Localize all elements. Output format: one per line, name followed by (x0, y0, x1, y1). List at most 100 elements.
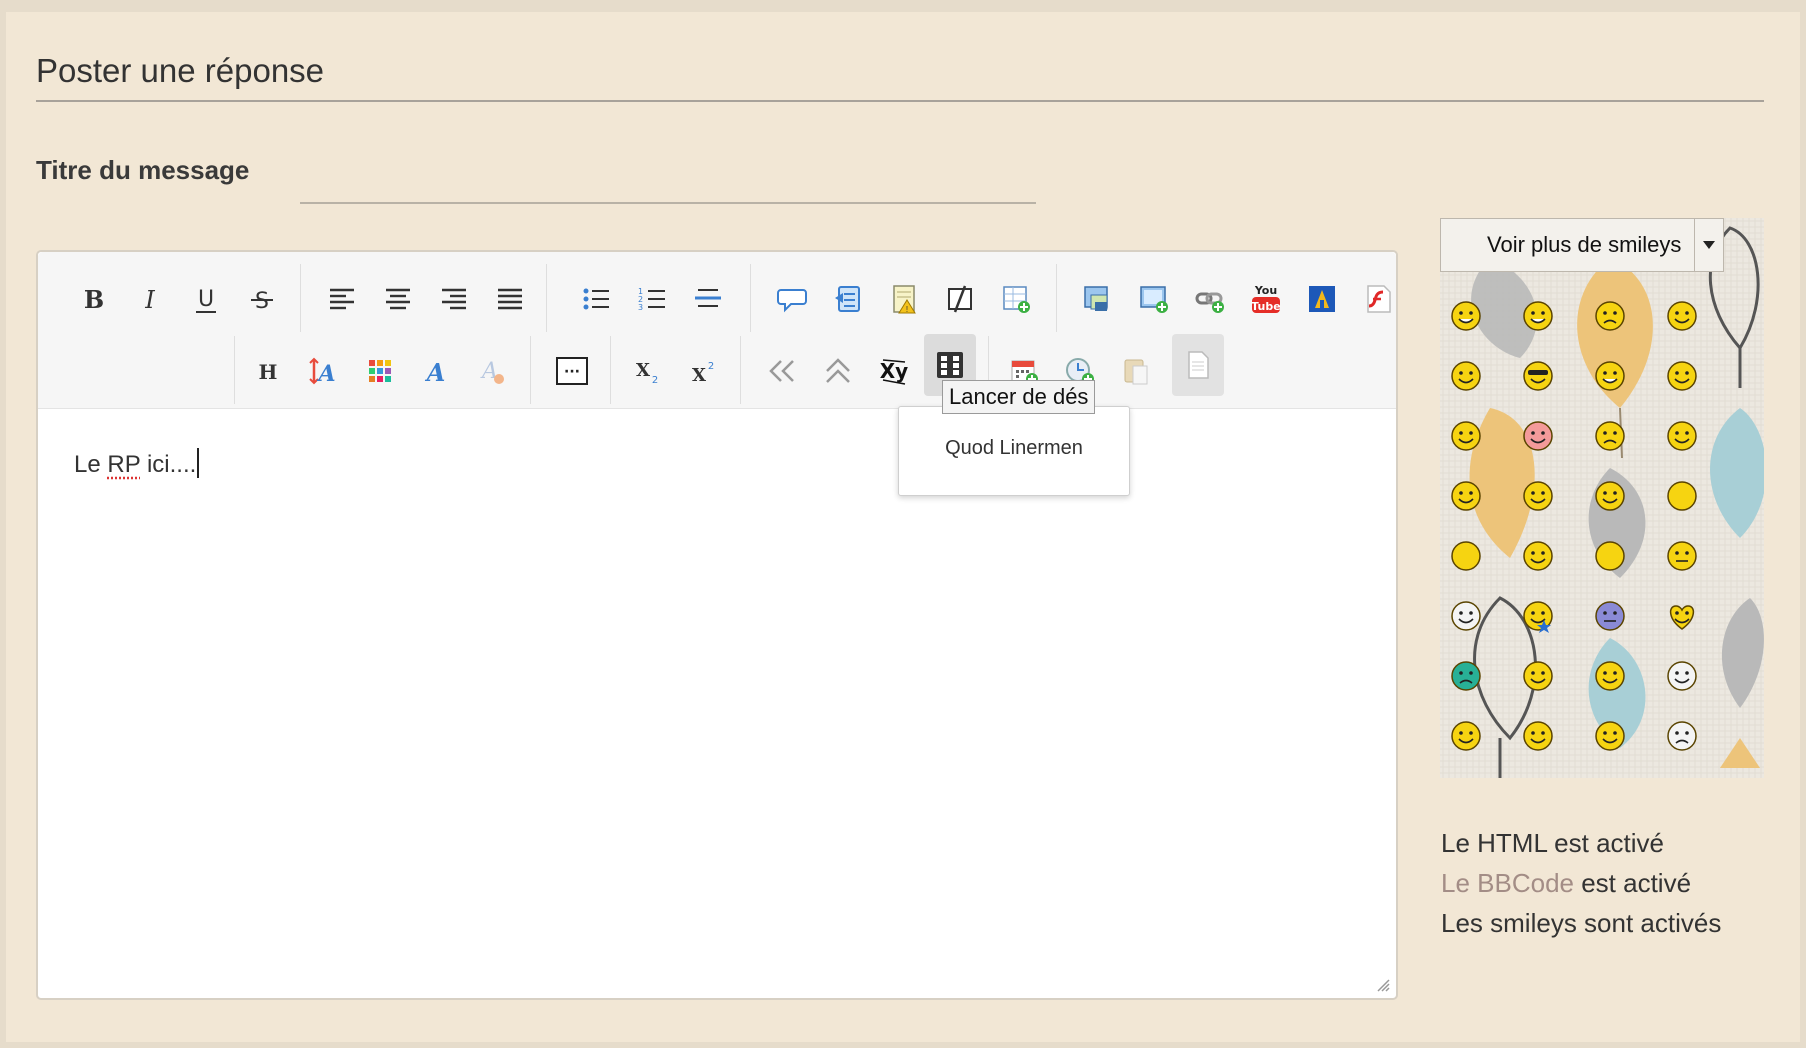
image-icon[interactable] (1072, 268, 1124, 330)
text-transform-icon[interactable]: Xy (868, 340, 920, 402)
source-icon[interactable] (1172, 334, 1224, 396)
smiley-neutral-icon[interactable] (1664, 538, 1700, 574)
align-justify-icon[interactable] (484, 268, 536, 330)
horizontal-rule-icon[interactable] (682, 268, 734, 330)
smiley-laugh-icon[interactable] (1592, 358, 1628, 394)
smiley-heart-icon[interactable] (1664, 598, 1700, 634)
more-icon[interactable]: ··· (546, 340, 598, 402)
hide-icon[interactable] (934, 268, 986, 330)
smiley-wink-icon[interactable] (1448, 418, 1484, 454)
up-icon[interactable] (812, 340, 864, 402)
status-bbcode: Le BBCode est activé (1441, 868, 1692, 898)
quote-icon[interactable] (766, 268, 818, 330)
paste-icon[interactable] (1110, 340, 1162, 402)
smiley-grin-icon[interactable] (1520, 298, 1556, 334)
toolbar-separator (530, 336, 531, 404)
message-editor: B I U S 123 ! You Tube H A A A ··· X 2 X… (36, 250, 1398, 1000)
status-smileys: Les smileys sont activés (1441, 908, 1722, 938)
bold-icon[interactable]: B (68, 268, 120, 330)
smiley-cool-icon[interactable] (1520, 358, 1556, 394)
smiley-idea-icon[interactable] (1520, 538, 1556, 574)
smiley-grin-icon[interactable] (1448, 298, 1484, 334)
color-icon[interactable] (354, 340, 406, 402)
link-icon[interactable] (1184, 268, 1236, 330)
spoiler-icon[interactable]: ! (878, 268, 930, 330)
smiley-smile-icon[interactable] (1664, 298, 1700, 334)
svg-text:A: A (425, 358, 446, 386)
toolbar-separator (546, 264, 547, 332)
superscript-icon[interactable]: X2 (676, 340, 728, 402)
svg-text:B: B (84, 285, 104, 314)
strikethrough-icon[interactable]: S (236, 268, 288, 330)
smiley-cyclops-icon[interactable] (1592, 658, 1628, 694)
toolbar-separator (1056, 264, 1057, 332)
smiley-clown-icon[interactable] (1664, 658, 1700, 694)
smiley-devil-icon[interactable] (1448, 478, 1484, 514)
smiley-plain-icon[interactable] (1592, 538, 1628, 574)
smiley-plain-icon[interactable] (1448, 538, 1484, 574)
smiley-at-icon[interactable] (1520, 658, 1556, 694)
svg-text:Tube: Tube (1251, 300, 1280, 313)
align-right-icon[interactable] (428, 268, 480, 330)
chevron-down-icon[interactable] (1694, 218, 1724, 272)
subscript-icon[interactable]: X2 (620, 340, 672, 402)
smiley-angry-icon[interactable] (1592, 298, 1628, 334)
svg-text:!: ! (906, 305, 908, 314)
smiley-eyes-icon[interactable] (1448, 358, 1484, 394)
smiley-wink-icon[interactable] (1448, 718, 1484, 754)
align-center-icon[interactable] (372, 268, 424, 330)
smiley-eyes-icon[interactable] (1520, 478, 1556, 514)
previous-icon[interactable] (756, 340, 808, 402)
smiley-sad-icon[interactable] (1592, 418, 1628, 454)
toolbar-separator (740, 336, 741, 404)
smiley-grid (1448, 298, 1748, 778)
svg-text:2: 2 (708, 361, 714, 372)
page-title: Poster une réponse (36, 52, 325, 89)
dice-option[interactable]: Quod Linermen (899, 437, 1129, 460)
font-face-icon[interactable]: A (410, 340, 462, 402)
svg-text:2: 2 (652, 375, 658, 386)
smiley-tongue-icon[interactable] (1664, 358, 1700, 394)
text-caret (197, 448, 200, 478)
smiley-select[interactable]: Voir plus de smileys (1440, 218, 1724, 272)
smiley-skull-icon[interactable] (1448, 598, 1484, 634)
italic-icon[interactable]: I (124, 268, 176, 330)
code-icon[interactable] (822, 268, 874, 330)
smiley-ninja-icon[interactable] (1592, 598, 1628, 634)
youtube-icon[interactable]: You Tube (1240, 268, 1292, 330)
svg-text:···: ··· (564, 364, 580, 380)
table-icon[interactable] (990, 268, 1042, 330)
misspelled-word: RP (107, 451, 141, 478)
smiley-tongue-icon[interactable] (1520, 718, 1556, 754)
smiley-smile-icon[interactable] (1592, 478, 1628, 514)
smiley-frown-icon[interactable] (1664, 718, 1700, 754)
host-image-icon[interactable] (1128, 268, 1180, 330)
underline-icon[interactable]: U (180, 268, 232, 330)
smiley-plain-icon[interactable] (1664, 478, 1700, 514)
font-size-icon[interactable]: A (298, 340, 350, 402)
clear-format-icon[interactable]: A (466, 340, 518, 402)
status-html: Le HTML est activé (1441, 828, 1665, 858)
smiley-pink-icon[interactable] (1520, 418, 1556, 454)
message-textarea[interactable]: Le RP ici.... (74, 448, 200, 479)
svg-text:H: H (259, 360, 278, 384)
svg-text:S: S (255, 289, 269, 314)
smiley-teal-icon[interactable] (1448, 658, 1484, 694)
smiley-devil-icon[interactable] (1664, 418, 1700, 454)
subject-input[interactable] (300, 148, 1036, 204)
align-left-icon[interactable] (316, 268, 368, 330)
bbcode-link[interactable]: Le BBCode (1441, 868, 1574, 898)
flash-icon[interactable] (1352, 268, 1404, 330)
numbered-list-icon[interactable]: 123 (626, 268, 678, 330)
toolbar-separator (750, 264, 751, 332)
editor-toolbar: B I U S 123 ! You Tube H A A A ··· X 2 X… (38, 252, 1396, 409)
bullet-list-icon[interactable] (570, 268, 622, 330)
smiley-star-icon[interactable] (1520, 598, 1556, 634)
smiley-dead-icon[interactable] (1592, 718, 1628, 754)
title-divider (36, 100, 1764, 102)
dailymotion-icon[interactable] (1296, 268, 1348, 330)
heading-icon[interactable]: H (242, 340, 294, 402)
resize-grip-icon[interactable] (1376, 978, 1390, 992)
message-text-end: ici.... (140, 451, 197, 478)
svg-text:I: I (144, 286, 155, 314)
